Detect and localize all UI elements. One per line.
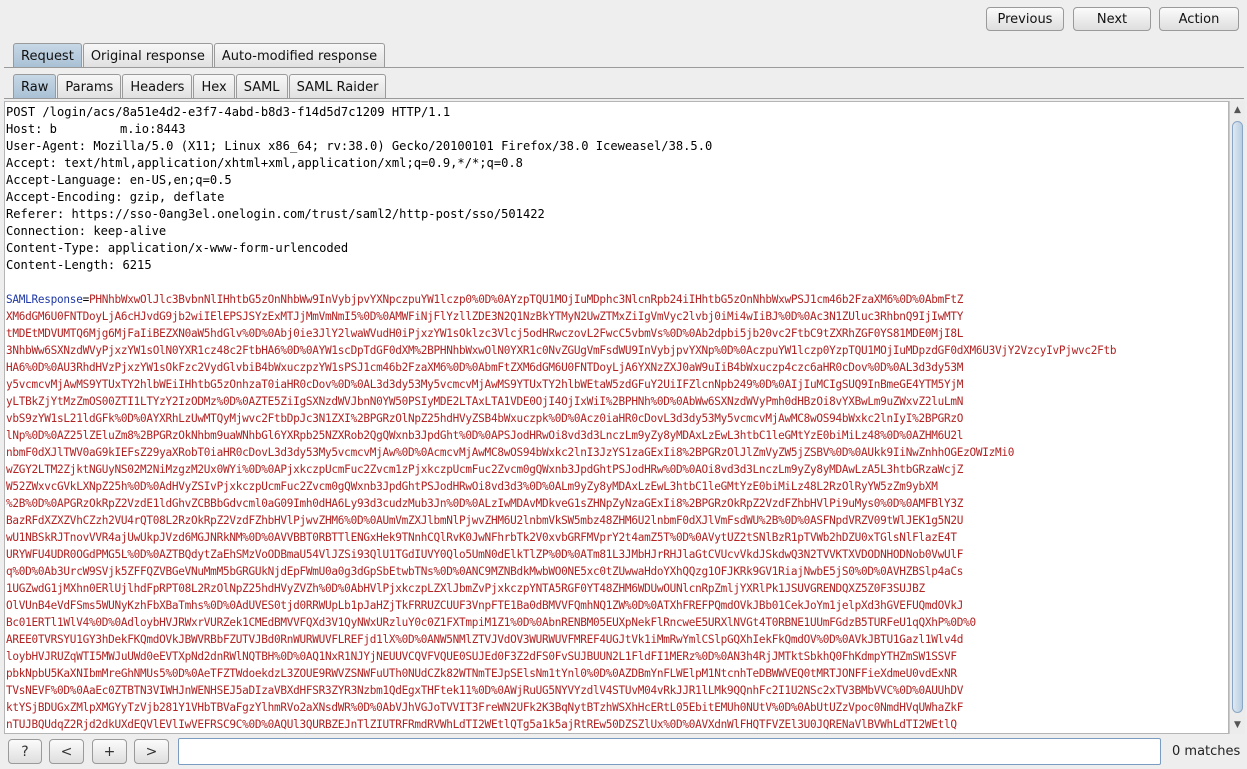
referer-header: Referer: https://sso-0ang3el.onelogin.co…	[6, 207, 545, 221]
body-line: nTUJBQUdqZ2Rjd2dkUXdEQVlEVlIwVEFRSC9C%0D…	[6, 716, 1228, 733]
tab-saml-raider[interactable]: SAML Raider	[288, 74, 387, 99]
body-line-text: XM6dGM6U0FNTDoyLjA6cHJvdG9jb2wiIElEPSJSY…	[6, 310, 964, 323]
search-input[interactable]	[178, 738, 1161, 765]
body-line: lNp%0D%0AZ25lZEluZm8%2BPGRzOkNhbm9uaWNhb…	[6, 427, 1228, 444]
host-prefix: Host: b	[6, 122, 57, 136]
body-line-text: %2B%0D%0APGRzOkRpZ2VzdE1ldGhvZCBBbGdvcml…	[6, 497, 964, 510]
body-line: pbkNpbU5KaXNIbmMreGhNMUs5%0D%0AeTFZTWdoe…	[6, 665, 1228, 682]
previous-match-button[interactable]: <	[49, 739, 84, 764]
body-line-text: W52ZWxvcGVkLXNpZ25h%0D%0AdHVyZSIvPjxkczp…	[6, 480, 938, 493]
body-line: vbS9zYW1sL21ldGFk%0D%0AYXRhLzUwMTQyMjwvc…	[6, 410, 1228, 427]
body-line: loybHVJRUZqWTI5MWJuUWd0eEVTXpNd2dnRWlNQT…	[6, 648, 1228, 665]
scroll-up-arrow-icon[interactable]: ▲	[1230, 103, 1245, 117]
body-line-text: vbS9zYW1sL21ldGFk%0D%0AYXRhLzUwMTQyMjwvc…	[6, 412, 964, 425]
message-tabs: Request Original response Auto-modified …	[13, 43, 386, 68]
body-line-text: wZGY2LTM2ZjktNGUyNS02M2NiMzgzM2Ux0WYi%0D…	[6, 463, 964, 476]
redacted-region	[56, 121, 120, 133]
body-line-text: OlVUnB4eVdFSms5WUNyKzhFbXBaTmhs%0D%0AdUV…	[6, 599, 964, 612]
body-line: AREE0TVRSYU1GY3hDekFKQmdOVkJBWVRBbFZUTVJ…	[6, 631, 1228, 648]
subtab-divider	[4, 98, 1244, 99]
body-line-text: pbkNpbU5KaXNIbmMreGhNMUs5%0D%0AeTFZTWdoe…	[6, 667, 957, 680]
raw-request-editor[interactable]: POST /login/acs/8a51e4d2-e3f7-4abd-b8d3-…	[4, 101, 1229, 734]
tab-params[interactable]: Params	[57, 74, 122, 99]
user-agent-header: User-Agent: Mozilla/5.0 (X11; Linux x86_…	[6, 139, 713, 153]
body-line-text: q%0D%0Ab3UrcW9SVjk5ZFFQZVBGeVNuMmM5bGRGU…	[6, 565, 964, 578]
tab-hex[interactable]: Hex	[193, 74, 235, 99]
body-line: 1UGZwdG1jMXhn0ERlUjlhdFpRPT08L2RzOlNpZ25…	[6, 580, 1228, 597]
body-line-text: AREE0TVRSYU1GY3hDekFKQmdOVkJBWVRBbFZUTVJ…	[6, 633, 964, 646]
next-match-button[interactable]: >	[134, 739, 169, 764]
body-line-text: lNp%0D%0AZ25lZEluZm8%2BPGRzOkNhbm9uaWNhb…	[6, 429, 964, 442]
request-line: POST /login/acs/8a51e4d2-e3f7-4abd-b8d3-…	[6, 105, 451, 119]
tab-saml[interactable]: SAML	[235, 74, 288, 99]
body-line-text: BazRFdXZXZVhCZzh2VU4rQT08L2RzOkRpZ2VzdFZ…	[6, 514, 964, 527]
body-line: URYWFU4UDR0OGdPMG5L%0D%0AZTBQdytZaEhSMzV…	[6, 546, 1228, 563]
body-line-text: loybHVJRUZqWTI5MWJuUWd0eEVTXpNd2dnRWlNQT…	[6, 650, 957, 663]
body-line-text: nTUJBQUdqZ2Rjd2dkUXdEQVlEVlIwVEFRSC9C%0D…	[6, 718, 957, 731]
accept-encoding-header: Accept-Encoding: gzip, deflate	[6, 190, 225, 204]
body-line: q%0D%0Ab3UrcW9SVjk5ZFFQZVBGeVNuMmM5bGRGU…	[6, 563, 1228, 580]
content-type-header: Content-Type: application/x-www-form-url…	[6, 241, 349, 255]
next-button[interactable]: Next	[1073, 7, 1151, 31]
body-line-text: ktYSjBDUGxZMlpXMGYyTzVjb281Y1VHbTBVaFgzY…	[6, 701, 964, 714]
body-line: %2B%0D%0APGRzOkRpZ2VzdE1ldGhvZCBBbGdvcml…	[6, 495, 1228, 512]
body-line: SAMLResponse=PHNhbWxwOlJlc3BvbnNlIHhtbG5…	[6, 291, 1228, 308]
body-line: yLTBkZjYtMzZmOS00ZTI1LTYzY2IzODMz%0D%0AZ…	[6, 393, 1228, 410]
add-match-button[interactable]: +	[92, 739, 127, 764]
accept-header: Accept: text/html,application/xhtml+xml,…	[6, 156, 523, 170]
host-suffix: m.io:8443	[119, 122, 186, 136]
tab-raw[interactable]: Raw	[13, 74, 57, 99]
content-length-header: Content-Length: 6215	[6, 258, 152, 272]
body-line: 3NhbWw6SXNzdWVyPjxzYW1sOlN0YXR1cz48c2Ftb…	[6, 342, 1228, 359]
view-tabs: Raw Params Headers Hex SAML SAML Raider	[13, 74, 387, 99]
body-line-text: 3NhbWw6SXNzdWVyPjxzYW1sOlN0YXR1cz48c2Ftb…	[6, 344, 1117, 357]
body-line: Bc01ERTl1WlV4%0D%0AdloybHVJRWxrVURZek1CM…	[6, 614, 1228, 631]
body-line-text: tMDEtMDVUMTQ6Mjg6MjFaIiBEZXN0aW5hdGlv%0D…	[6, 327, 964, 340]
body-line-text: yLTBkZjYtMzZmOS00ZTI1LTYzY2IzODMz%0D%0AZ…	[6, 395, 964, 408]
search-bar: ? < + > 0 matches	[0, 736, 1247, 769]
body-line-text: HA6%0D%0AU3RhdHVzPjxzYW1sOkFzc2VydGlvbiB…	[6, 361, 964, 374]
tab-original-response[interactable]: Original response	[82, 43, 213, 68]
previous-button[interactable]: Previous	[986, 7, 1064, 31]
scroll-thumb[interactable]	[1232, 121, 1243, 713]
accept-language-header: Accept-Language: en-US,en;q=0.5	[6, 173, 232, 187]
body-line: ktYSjBDUGxZMlpXMGYyTzVjb281Y1VHbTBVaFgzY…	[6, 699, 1228, 716]
request-body: SAMLResponse=PHNhbWxwOlJlc3BvbnNlIHhtbG5…	[6, 291, 1228, 733]
tab-request[interactable]: Request	[13, 43, 82, 68]
host-header: Host: b m.io:8443	[6, 121, 1228, 138]
connection-header: Connection: keep-alive	[6, 224, 167, 238]
top-toolbar: Previous Next Action	[0, 0, 1247, 40]
help-button[interactable]: ?	[8, 739, 42, 764]
body-line-text: nbmF0dXJlTWV0aG9kIEFsZ29yaXRobT0iaHR0cDo…	[6, 446, 1015, 459]
match-count: 0 matches	[1172, 744, 1241, 759]
tab-headers[interactable]: Headers	[122, 74, 193, 99]
scroll-down-arrow-icon[interactable]: ▼	[1230, 718, 1245, 732]
body-line: BazRFdXZXZVhCZzh2VU4rQT08L2RzOkRpZ2VzdFZ…	[6, 512, 1228, 529]
param-name: SAMLResponse	[6, 293, 83, 306]
body-line-text: PHNhbWxwOlJlc3BvbnNlIHhtbG5zOnNhbWw9InVy…	[88, 293, 964, 306]
body-line: y5vcmcvMjAwMS9YTUxTY2hlbWEiIHhtbG5zOnhza…	[6, 376, 1228, 393]
body-line: tMDEtMDVUMTQ6Mjg6MjFaIiBEZXN0aW5hdGlv%0D…	[6, 325, 1228, 342]
body-line: OlVUnB4eVdFSms5WUNyKzhFbXBaTmhs%0D%0AdUV…	[6, 597, 1228, 614]
body-line: TVsNEVF%0D%0AaEc0ZTBTN3VIWHJnWENHSEJ5aDI…	[6, 682, 1228, 699]
body-line: nbmF0dXJlTWV0aG9kIEFsZ29yaXRobT0iaHR0cDo…	[6, 444, 1228, 461]
vertical-scrollbar[interactable]: ▲ ▼	[1229, 101, 1245, 734]
body-line-text: Bc01ERTl1WlV4%0D%0AdloybHVJRWxrVURZek1CM…	[6, 616, 976, 629]
body-line: W52ZWxvcGVkLXNpZ25h%0D%0AdHVyZSIvPjxkczp…	[6, 478, 1228, 495]
action-button[interactable]: Action	[1159, 7, 1239, 31]
body-line: wZGY2LTM2ZjktNGUyNS02M2NiMzgzM2Ux0WYi%0D…	[6, 461, 1228, 478]
body-line-text: 1UGZwdG1jMXhn0ERlUjlhdFpRPT08L2RzOlNpZ25…	[6, 582, 925, 595]
body-line-text: y5vcmcvMjAwMS9YTUxTY2hlbWEiIHhtbG5zOnhza…	[6, 378, 964, 391]
body-line: HA6%0D%0AU3RhdHVzPjxzYW1sOkFzc2VydGlvbiB…	[6, 359, 1228, 376]
tab-divider	[4, 67, 1244, 68]
body-line-text: URYWFU4UDR0OGdPMG5L%0D%0AZTBQdytZaEhSMzV…	[6, 548, 964, 561]
body-line: XM6dGM6U0FNTDoyLjA6cHJvdG9jb2wiIElEPSJSY…	[6, 308, 1228, 325]
body-line-text: TVsNEVF%0D%0AaEc0ZTBTN3VIWHJnWENHSEJ5aDI…	[6, 684, 964, 697]
body-line-text: wU1NBSkRJTnovVVR4ajUwUkpJVzd6MGJNRkNM%0D…	[6, 531, 957, 544]
tab-auto-modified-response[interactable]: Auto-modified response	[213, 43, 386, 68]
body-line: wU1NBSkRJTnovVVR4ajUwUkpJVzd6MGJNRkNM%0D…	[6, 529, 1228, 546]
